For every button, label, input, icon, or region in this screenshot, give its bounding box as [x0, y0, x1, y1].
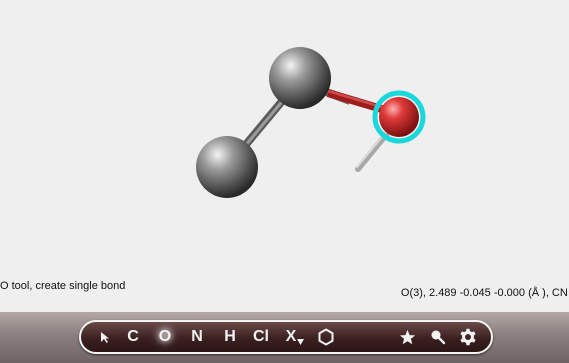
carbon-tool-button[interactable]: C: [121, 322, 145, 352]
settings-button[interactable]: [456, 322, 480, 352]
favorite-button[interactable]: [395, 322, 419, 352]
chlorine-tool-label: Cl: [253, 328, 269, 345]
carbon-tool-label: C: [127, 328, 139, 345]
oxygen-atom[interactable]: [379, 97, 419, 137]
other-element-tool-button[interactable]: X: [281, 322, 309, 352]
molecule-viewport[interactable]: O tool, create single bond O(3), 2.489 -…: [0, 0, 569, 312]
pin-button[interactable]: [426, 322, 450, 352]
pin-icon: [431, 330, 446, 345]
other-element-tool-label: X: [285, 328, 297, 345]
oxygen-tool-label: O: [158, 328, 172, 345]
ring-tool-button[interactable]: [314, 322, 338, 352]
element-toolbar: C O N H Cl X: [79, 320, 493, 354]
hydrogen-tool-label: H: [224, 328, 236, 345]
nitrogen-tool-label: N: [191, 328, 203, 345]
tool-hint: O tool, create single bond: [0, 280, 126, 292]
arrow-cursor-icon: [101, 332, 109, 343]
star-icon: [399, 329, 415, 344]
carbon-atom-2[interactable]: [269, 47, 331, 109]
carbon-atom-1[interactable]: [196, 136, 258, 198]
nitrogen-tool-button[interactable]: N: [185, 322, 209, 352]
select-tool-button[interactable]: [95, 322, 115, 352]
molecule-canvas[interactable]: [0, 0, 569, 312]
gear-icon: [460, 328, 476, 346]
chlorine-tool-button[interactable]: Cl: [247, 322, 275, 352]
hexagon-ring-icon: [318, 328, 334, 346]
hydrogen-tool-button[interactable]: H: [218, 322, 242, 352]
oxygen-tool-button[interactable]: O: [153, 322, 177, 352]
atom-info: O(3), 2.489 -0.045 -0.000 (Å ), CN 1: [400, 287, 569, 299]
dropdown-triangle-icon: [297, 339, 305, 345]
